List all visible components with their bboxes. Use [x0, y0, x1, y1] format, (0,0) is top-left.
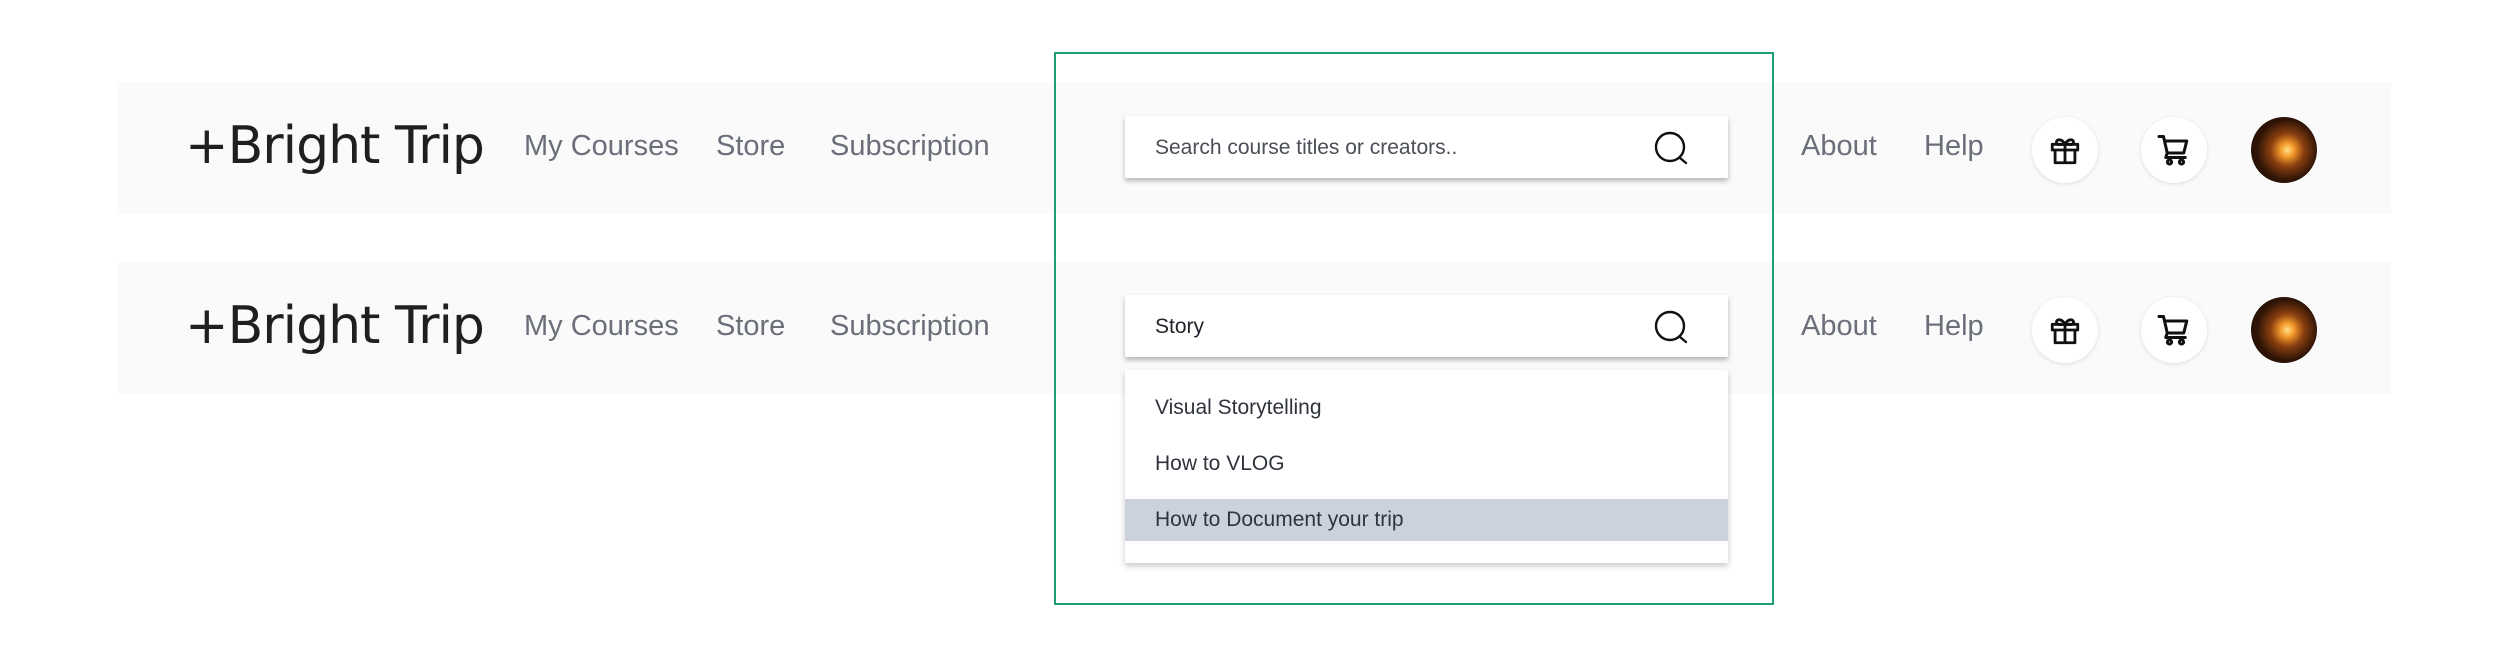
nav-link-store[interactable]: Store	[716, 310, 785, 343]
cart-icon	[2157, 135, 2189, 166]
suggestion-item[interactable]: Visual Storytelling	[1125, 387, 1728, 429]
search-input[interactable]: Search course titles or creators..	[1125, 116, 1728, 178]
nav-link-help[interactable]: Help	[1924, 130, 1984, 163]
logo[interactable]: +Bright Trip	[185, 116, 485, 176]
nav-link-my-courses[interactable]: My Courses	[524, 310, 679, 343]
nav-link-about[interactable]: About	[1801, 130, 1877, 163]
gift-button[interactable]	[2032, 297, 2098, 363]
nav-link-help[interactable]: Help	[1924, 310, 1984, 343]
gift-icon	[2050, 138, 2080, 165]
nav-link-subscription[interactable]: Subscription	[830, 310, 990, 343]
cart-button[interactable]	[2141, 297, 2207, 363]
search-suggestions-dropdown: Visual Storytelling How to VLOG How to D…	[1125, 370, 1728, 563]
suggestion-item-highlighted[interactable]: How to Document your trip	[1125, 499, 1728, 541]
gift-button[interactable]	[2032, 117, 2098, 183]
suggestion-item[interactable]: How to VLOG	[1125, 443, 1728, 485]
search-value: Story	[1155, 315, 1205, 338]
search-icon[interactable]	[1653, 309, 1691, 347]
search-input[interactable]: Story	[1125, 295, 1728, 357]
logo[interactable]: +Bright Trip	[185, 296, 485, 356]
nav-link-store[interactable]: Store	[716, 130, 785, 163]
cart-icon	[2157, 315, 2189, 346]
avatar[interactable]	[2251, 117, 2317, 183]
nav-link-subscription[interactable]: Subscription	[830, 130, 990, 163]
gift-icon	[2050, 318, 2080, 345]
avatar[interactable]	[2251, 297, 2317, 363]
nav-link-my-courses[interactable]: My Courses	[524, 130, 679, 163]
nav-link-about[interactable]: About	[1801, 310, 1877, 343]
search-placeholder: Search course titles or creators..	[1155, 136, 1458, 159]
cart-button[interactable]	[2141, 117, 2207, 183]
search-icon[interactable]	[1653, 130, 1691, 168]
